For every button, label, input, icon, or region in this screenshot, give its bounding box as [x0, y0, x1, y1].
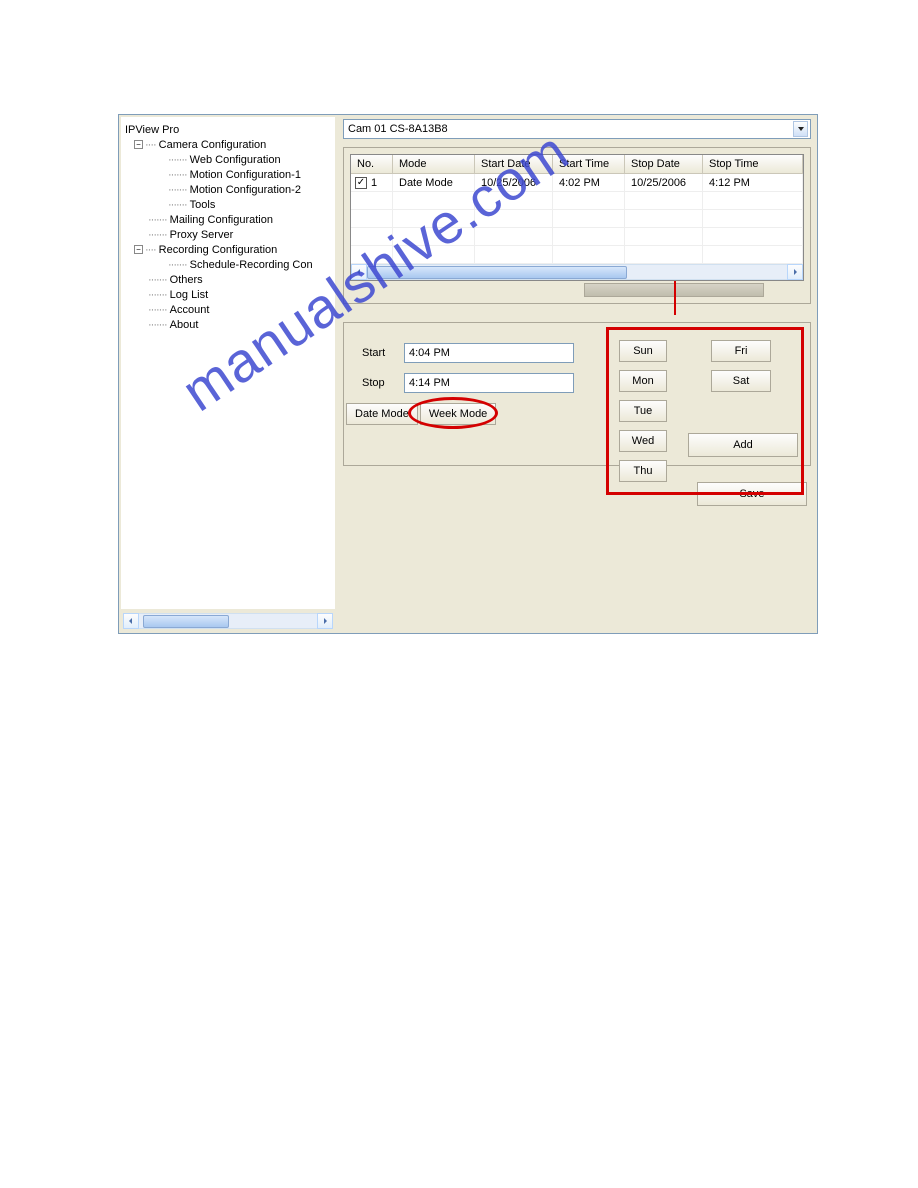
scroll-right-icon[interactable]	[787, 264, 803, 280]
day-wed-button[interactable]: Wed	[619, 430, 667, 452]
grid-body: ✓ 1 Date Mode 10/25/2006 4:02 PM 10/25/2…	[351, 174, 803, 264]
col-stopdate[interactable]: Stop Date	[625, 155, 703, 174]
scroll-left-icon[interactable]	[123, 613, 139, 629]
cell-startdate: 10/25/2006	[475, 174, 553, 192]
collapse-icon[interactable]: −	[134, 245, 143, 254]
tree-about[interactable]: ·······About	[124, 317, 332, 332]
tree-loglist[interactable]: ·······Log List	[124, 287, 332, 302]
day-mon-button[interactable]: Mon	[619, 370, 667, 392]
cell-no: 1	[371, 177, 377, 189]
camera-select-value: Cam 01 CS-8A13B8	[346, 123, 793, 135]
col-starttime[interactable]: Start Time	[553, 155, 625, 174]
table-row	[351, 228, 803, 246]
tree-mailing[interactable]: ·······Mailing Configuration	[124, 212, 332, 227]
tree-root[interactable]: IPView Pro	[124, 122, 332, 137]
col-no[interactable]: No.	[351, 155, 393, 174]
tree-others[interactable]: ·······Others	[124, 272, 332, 287]
left-panel: IPView Pro − ···· Camera Configuration ·…	[119, 115, 337, 633]
tree-motion-1[interactable]: ·······Motion Configuration-1	[124, 167, 332, 182]
scroll-thumb[interactable]	[143, 615, 229, 628]
day-thu-button[interactable]: Thu	[619, 460, 667, 482]
app-window: IPView Pro − ···· Camera Configuration ·…	[118, 114, 818, 634]
day-sun-button[interactable]: Sun	[619, 340, 667, 362]
table-row[interactable]: ✓ 1 Date Mode 10/25/2006 4:02 PM 10/25/2…	[351, 174, 803, 192]
tree-tools[interactable]: ·······Tools	[124, 197, 332, 212]
tree-proxy[interactable]: ·······Proxy Server	[124, 227, 332, 242]
cell-starttime: 4:02 PM	[553, 174, 625, 192]
table-row	[351, 192, 803, 210]
stop-label: Stop	[352, 377, 404, 389]
col-startdate[interactable]: Start Date	[475, 155, 553, 174]
start-label: Start	[352, 347, 404, 359]
col-stoptime[interactable]: Stop Time	[703, 155, 803, 174]
day-sat-button[interactable]: Sat	[711, 370, 771, 392]
grid-header: No. Mode Start Date Start Time Stop Date…	[351, 155, 803, 174]
config-tree: IPView Pro − ···· Camera Configuration ·…	[121, 117, 335, 609]
tree-scrollbar[interactable]	[123, 613, 333, 629]
collapse-icon[interactable]: −	[134, 140, 143, 149]
schedule-grid-panel: No. Mode Start Date Start Time Stop Date…	[343, 147, 811, 304]
table-row	[351, 246, 803, 264]
day-fri-button[interactable]: Fri	[711, 340, 771, 362]
scroll-left-icon[interactable]	[351, 264, 367, 280]
week-mode-button[interactable]: Week Mode	[420, 403, 497, 425]
callout-line	[674, 281, 676, 315]
tree-motion-2[interactable]: ·······Motion Configuration-2	[124, 182, 332, 197]
tree-camera-config[interactable]: − ···· Camera Configuration	[124, 137, 332, 152]
scroll-thumb[interactable]	[367, 266, 627, 279]
stop-input[interactable]	[404, 373, 574, 393]
right-panel: Cam 01 CS-8A13B8 No. Mode Start Date Sta…	[337, 115, 817, 633]
scroll-right-icon[interactable]	[317, 613, 333, 629]
cell-stopdate: 10/25/2006	[625, 174, 703, 192]
schedule-grid: No. Mode Start Date Start Time Stop Date…	[350, 154, 804, 281]
row-checkbox[interactable]: ✓	[355, 177, 367, 189]
table-row	[351, 210, 803, 228]
grid-scrollbar[interactable]	[351, 264, 803, 280]
time-days-panel: Start Stop Sun Fri Mon Sat Tue Wed Thu	[343, 322, 811, 466]
tree-web-config[interactable]: ·······Web Configuration	[124, 152, 332, 167]
dropdown-arrow-icon[interactable]	[793, 121, 808, 137]
mode-buttons: Date Mode Week Mode	[346, 403, 802, 425]
cell-stoptime: 4:12 PM	[703, 174, 803, 192]
camera-select[interactable]: Cam 01 CS-8A13B8	[343, 119, 811, 139]
tree-recording[interactable]: − ···· Recording Configuration	[124, 242, 332, 257]
tree-account[interactable]: ·······Account	[124, 302, 332, 317]
col-mode[interactable]: Mode	[393, 155, 475, 174]
start-input[interactable]	[404, 343, 574, 363]
tree-schedule-recording[interactable]: ·······Schedule-Recording Con	[124, 257, 332, 272]
date-mode-button[interactable]: Date Mode	[346, 403, 418, 425]
cell-mode: Date Mode	[393, 174, 475, 192]
